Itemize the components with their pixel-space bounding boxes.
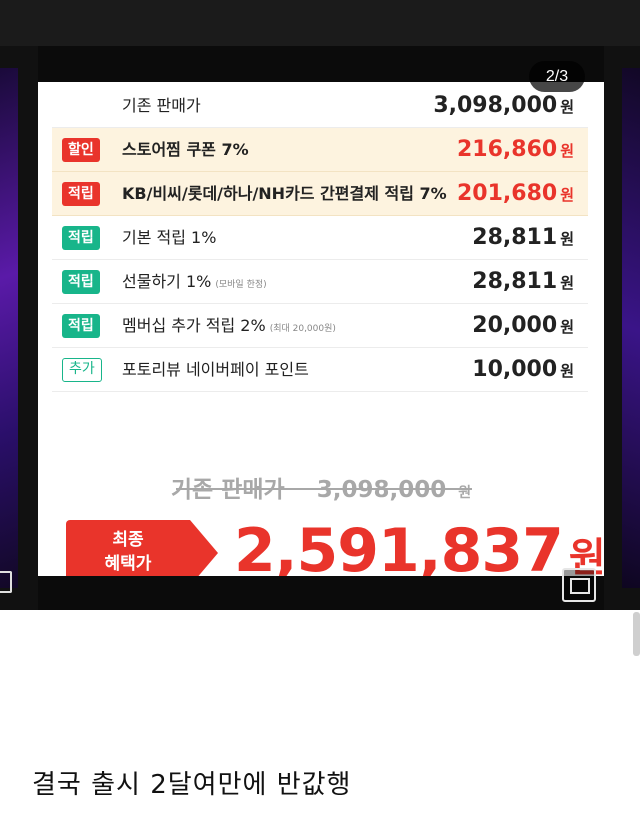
benefit-amount-won: 원 bbox=[560, 230, 574, 248]
final-price-amount: 2,591,837 bbox=[233, 515, 565, 576]
benefit-badge: 추가 bbox=[62, 358, 102, 382]
benefit-label-note: (최대 20,000원) bbox=[269, 324, 336, 334]
benefit-label: 스토어찜 쿠폰 7% bbox=[122, 128, 249, 172]
benefit-label: 기존 판매가 bbox=[122, 84, 201, 128]
original-price-label: 기존 판매가 bbox=[170, 477, 285, 503]
benefit-amount-won: 원 bbox=[560, 142, 574, 160]
benefit-amount: 28,811 원 bbox=[472, 260, 574, 305]
benefit-label: 선물하기 1% (모바일 한정) bbox=[122, 260, 267, 307]
benefit-label: 포토리뷰 네이버페이 포인트 bbox=[122, 348, 309, 392]
gallery-icon-left[interactable] bbox=[0, 571, 12, 593]
benefit-amount: 20,000 원 bbox=[472, 304, 574, 349]
benefit-amount: 28,811 원 bbox=[472, 216, 574, 261]
prev-image-peek[interactable] bbox=[0, 68, 18, 588]
benefit-badge: 적립 bbox=[62, 314, 100, 338]
price-benefit-image: 기존 판매가 3,098,000 원 할인 스토어찜 쿠폰 7% 216,860 원 적립 KB… bbox=[38, 82, 604, 576]
benefit-row: 적립 선물하기 1% (모바일 한정) 28,811 원 bbox=[52, 260, 588, 304]
benefit-badge: 적립 bbox=[62, 226, 100, 250]
benefit-label-text: 기존 판매가 bbox=[122, 96, 201, 115]
image-viewer[interactable]: 기존 판매가 3,098,000 원 할인 스토어찜 쿠폰 7% 216,860 원 적립 KB… bbox=[0, 46, 640, 610]
benefit-row: 적립 멤버십 추가 적립 2% (최대 20,000원) 20,000 원 bbox=[52, 304, 588, 348]
benefit-badge: 할인 bbox=[62, 138, 100, 162]
benefit-amount-value: 20,000 bbox=[472, 313, 558, 338]
benefit-label-text: 포토리뷰 네이버페이 포인트 bbox=[122, 360, 309, 379]
benefit-badge: 적립 bbox=[62, 182, 100, 206]
benefit-amount-won: 원 bbox=[560, 274, 574, 292]
benefit-amount: 201,680 원 bbox=[457, 172, 574, 217]
final-price: 2,591,837 원 bbox=[233, 515, 604, 576]
final-price-badge: 최종 혜택가 bbox=[66, 520, 224, 576]
final-badge-line2: 혜택가 bbox=[104, 554, 152, 574]
benefit-label-text: 기본 적립 1% bbox=[122, 228, 217, 247]
benefit-label: 기본 적립 1% bbox=[122, 216, 216, 260]
next-image-peek[interactable] bbox=[622, 68, 640, 588]
benefit-label-text: 멤버십 추가 적립 2% bbox=[122, 316, 266, 335]
benefit-amount: 10,000 원 bbox=[472, 348, 574, 393]
benefit-amount-value: 216,860 bbox=[456, 137, 558, 162]
gallery-icon[interactable] bbox=[562, 568, 596, 602]
final-badge-line1: 최종 bbox=[112, 530, 144, 550]
benefit-row: 기존 판매가 3,098,000 원 bbox=[52, 84, 588, 128]
image-counter: 2/3 bbox=[529, 61, 585, 92]
benefit-amount-value: 28,811 bbox=[472, 225, 558, 250]
original-price-struck: 기존 판매가 3,098,000 원 bbox=[38, 470, 604, 504]
post-caption: 결국 출시 2달여만에 반값행 bbox=[32, 770, 352, 800]
benefit-amount-won: 원 bbox=[560, 318, 574, 336]
benefit-amount-value: 28,811 bbox=[472, 269, 558, 294]
benefit-amount: 216,860 원 bbox=[457, 128, 574, 173]
benefit-label-text: 스토어찜 쿠폰 7% bbox=[122, 140, 249, 159]
benefit-label: 멤버십 추가 적립 2% (최대 20,000원) bbox=[122, 304, 336, 351]
top-bar bbox=[0, 0, 640, 46]
benefit-row: 할인 스토어찜 쿠폰 7% 216,860 원 bbox=[52, 128, 588, 172]
benefit-label-text: KB/비씨/롯데/하나/NH카드 간편결제 적립 7% bbox=[122, 184, 447, 203]
benefit-row: 적립 KB/비씨/롯데/하나/NH카드 간편결제 적립 7% 201,680 원 bbox=[52, 172, 588, 216]
benefit-label-note: (모바일 한정) bbox=[215, 280, 267, 290]
strikethrough-line bbox=[176, 488, 472, 490]
benefit-amount-value: 201,680 bbox=[456, 181, 558, 206]
benefit-amount-value: 3,098,000 bbox=[433, 93, 558, 118]
scrollbar[interactable] bbox=[633, 612, 640, 656]
benefit-badge: 적립 bbox=[62, 270, 100, 294]
original-price-amount: 3,098,000 bbox=[316, 477, 447, 503]
benefit-amount-value: 10,000 bbox=[472, 357, 558, 382]
benefit-amount-won: 원 bbox=[560, 98, 574, 116]
benefit-label-text: 선물하기 1% bbox=[122, 272, 212, 291]
benefit-amount-won: 원 bbox=[560, 362, 574, 380]
benefit-row: 추가 포토리뷰 네이버페이 포인트 10,000 원 bbox=[52, 348, 588, 392]
benefit-amount-won: 원 bbox=[560, 186, 574, 204]
benefit-row: 적립 기본 적립 1% 28,811 원 bbox=[52, 216, 588, 260]
benefit-label: KB/비씨/롯데/하나/NH카드 간편결제 적립 7% bbox=[122, 172, 447, 216]
